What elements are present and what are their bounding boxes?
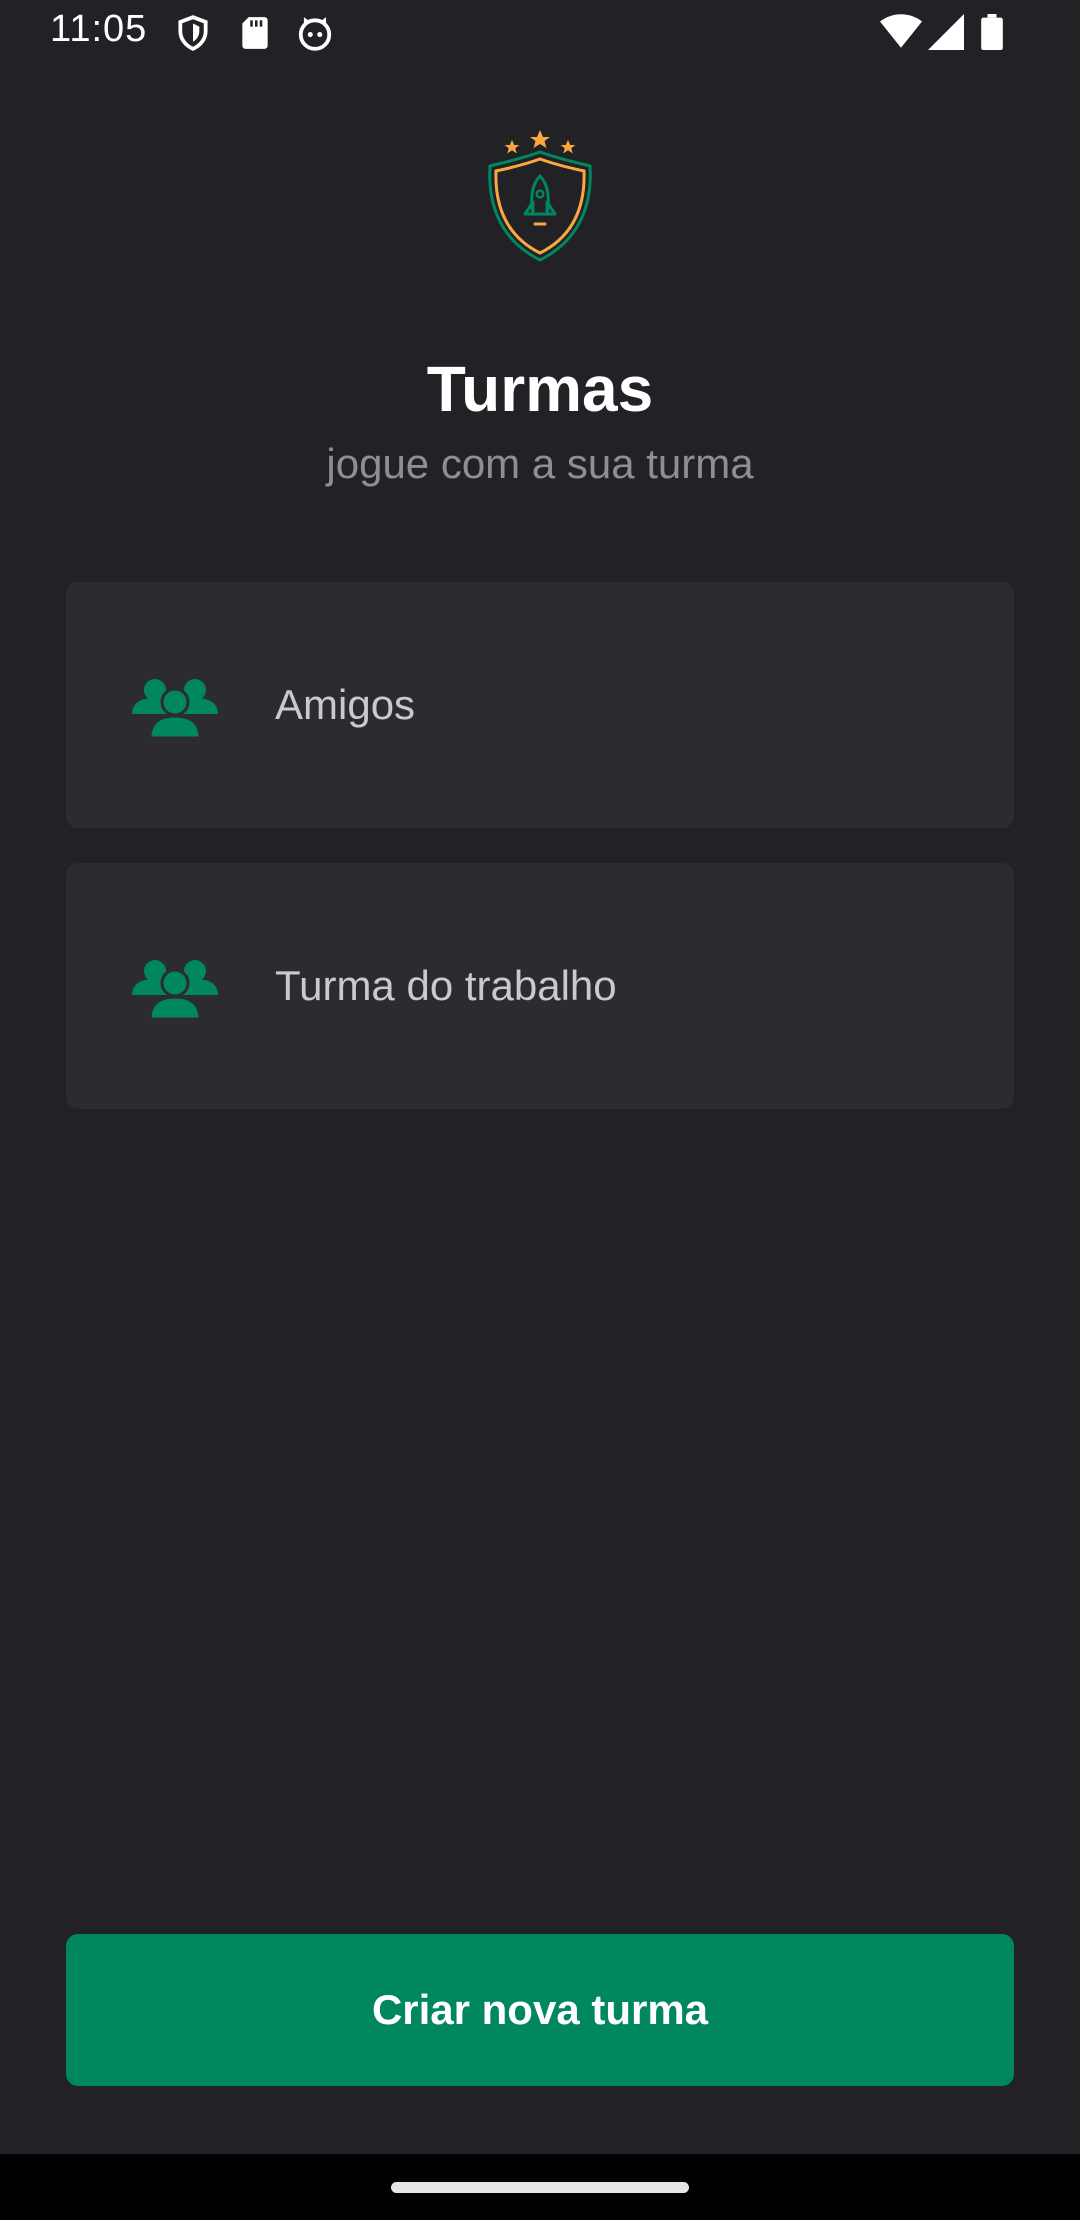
- users-group-icon: [132, 960, 218, 1019]
- status-bar: 11:05: [0, 0, 1080, 66]
- battery-icon: [981, 14, 1003, 50]
- status-time: 11:05: [50, 8, 148, 50]
- page-subtitle: jogue com a sua turma: [326, 440, 754, 487]
- create-group-button[interactable]: Criar nova turma: [66, 1934, 1014, 2086]
- cat-face-icon: [298, 17, 332, 51]
- home-indicator[interactable]: [391, 2182, 689, 2193]
- users-group-icon: [132, 679, 218, 738]
- page-title: Turmas: [426, 353, 654, 425]
- group-card-turma-do-trabalho[interactable]: Turma do trabalho: [66, 863, 1014, 1109]
- navigation-bar: [0, 2154, 1080, 2220]
- group-name: Turma do trabalho: [275, 962, 617, 1009]
- shield-icon: [178, 15, 208, 51]
- sd-card-icon: [242, 17, 268, 49]
- group-card-amigos[interactable]: Amigos: [66, 582, 1014, 828]
- wifi-icon: [880, 14, 922, 48]
- cellular-signal-icon: [928, 14, 964, 50]
- groups-screen: 11:05 Turmas jogue com a sua turma Amigo…: [0, 0, 1080, 2220]
- rocket-shield-logo-icon: [488, 130, 592, 262]
- group-name: Amigos: [275, 681, 416, 728]
